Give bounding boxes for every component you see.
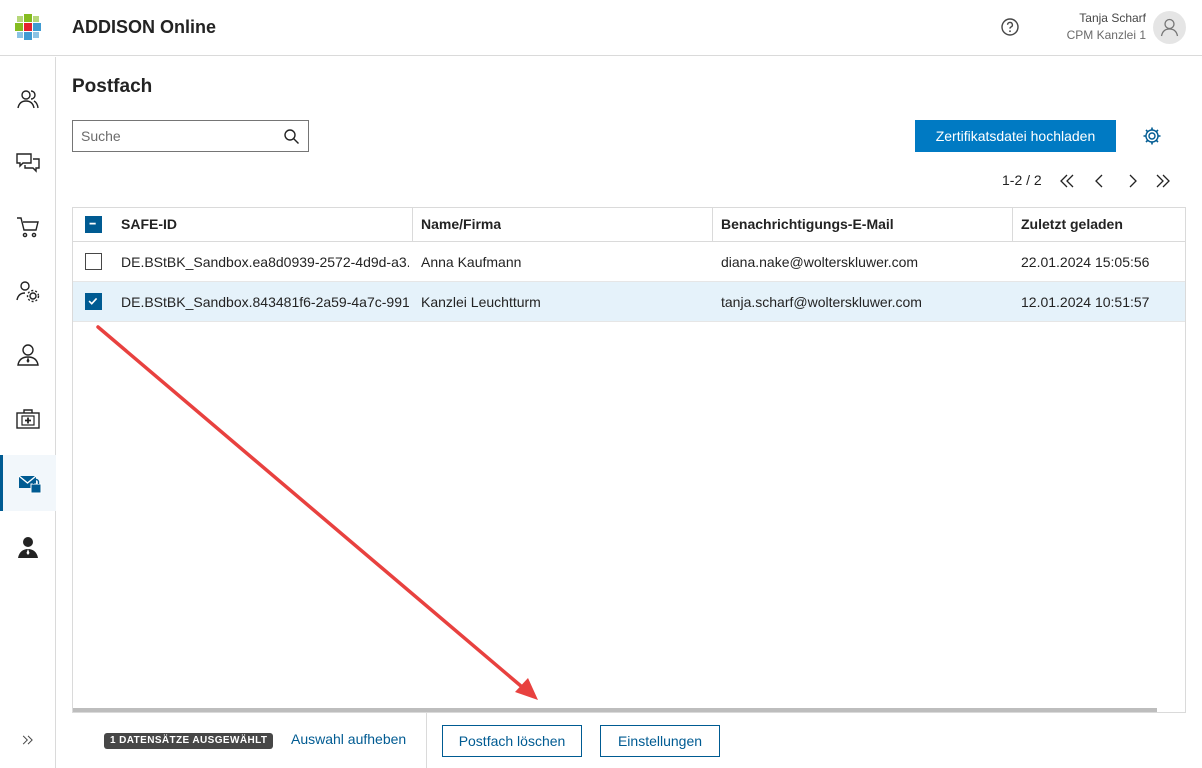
row-checkbox[interactable] <box>85 293 102 310</box>
delete-mailbox-button[interactable]: Postfach löschen <box>442 725 582 757</box>
page-title: Postfach <box>72 76 153 97</box>
sidebar-item-admin[interactable] <box>0 519 56 575</box>
column-header-last-loaded[interactable]: Zuletzt geladen <box>1021 216 1123 232</box>
sidebar-item-health[interactable] <box>0 391 56 447</box>
checkmark-icon <box>88 297 98 305</box>
sidebar-expand-button[interactable] <box>0 712 56 768</box>
select-all-checkbox[interactable] <box>85 216 102 233</box>
search-icon[interactable] <box>283 128 300 145</box>
column-header-email[interactable]: Benachrichtigungs-E-Mail <box>721 216 894 232</box>
sidebar-item-shop[interactable] <box>0 199 56 255</box>
top-bar: ADDISON Online Tanja Scharf CPM Kanzlei … <box>0 0 1202 56</box>
app-title: ADDISON Online <box>72 17 217 37</box>
horizontal-scrollbar[interactable] <box>73 708 1157 712</box>
search-box <box>72 120 309 152</box>
cell-name: Anna Kaufmann <box>421 254 522 270</box>
users-icon <box>17 90 39 109</box>
cell-last-loaded: 22.01.2024 15:05:56 <box>1021 254 1150 270</box>
column-header-name[interactable]: Name/Firma <box>421 216 501 232</box>
next-page-icon[interactable] <box>1122 171 1142 191</box>
selection-count-badge: 1 DATENSÄTZE AUSGEWÄHLT <box>104 733 274 749</box>
avatar[interactable] <box>1153 11 1186 44</box>
mailbox-icon <box>18 475 41 494</box>
table-header: SAFE-ID Name/Firma Benachrichtigungs-E-M… <box>73 208 1185 242</box>
cell-safe-id: DE.BStBK_Sandbox.ea8d0939-2572-4d9d-a3..… <box>121 254 409 270</box>
pagination-range: 1-2 / 2 <box>1002 172 1042 188</box>
mailbox-table: SAFE-ID Name/Firma Benachrichtigungs-E-M… <box>72 207 1186 713</box>
sidebar-item-user-settings[interactable] <box>0 263 56 319</box>
cell-last-loaded: 12.01.2024 10:51:57 <box>1021 294 1150 310</box>
cell-name: Kanzlei Leuchtturm <box>421 294 541 310</box>
table-row[interactable]: DE.BStBK_Sandbox.ea8d0939-2572-4d9d-a3..… <box>73 242 1185 282</box>
sidebar-item-users[interactable] <box>0 71 56 127</box>
first-page-icon[interactable] <box>1057 171 1077 191</box>
deselect-link[interactable]: Auswahl aufheben <box>291 731 406 747</box>
cart-icon <box>17 217 39 238</box>
wolters-kluwer-logo[interactable] <box>14 13 42 41</box>
double-chevron-right-icon <box>22 735 33 745</box>
chat-icon <box>16 153 40 173</box>
person-icon <box>17 344 39 366</box>
sidebar <box>0 57 56 768</box>
upload-certificate-button[interactable]: Zertifikatsdatei hochladen <box>915 120 1116 152</box>
gear-icon[interactable] <box>1142 126 1162 146</box>
search-input[interactable] <box>73 121 273 151</box>
table-row[interactable]: DE.BStBK_Sandbox.843481f6-2a59-4a7c-991.… <box>73 282 1185 322</box>
user-organization: CPM Kanzlei 1 <box>1066 28 1146 42</box>
help-icon[interactable] <box>1000 17 1020 37</box>
indeterminate-icon <box>89 222 96 225</box>
column-header-safe-id[interactable]: SAFE-ID <box>121 216 177 232</box>
cell-email: diana.nake@wolterskluwer.com <box>721 254 919 270</box>
medical-kit-icon <box>16 409 40 429</box>
admin-person-icon <box>18 537 38 558</box>
user-icon <box>1160 18 1179 37</box>
cell-email: tanja.scharf@wolterskluwer.com <box>721 294 922 310</box>
last-page-icon[interactable] <box>1153 171 1173 191</box>
selection-action-bar: 1 DATENSÄTZE AUSGEWÄHLT Auswahl aufheben… <box>72 713 1186 768</box>
sidebar-item-messages[interactable] <box>0 135 56 191</box>
row-checkbox[interactable] <box>85 253 102 270</box>
user-name: Tanja Scharf <box>1079 11 1146 25</box>
previous-page-icon[interactable] <box>1090 171 1110 191</box>
sidebar-item-mailbox[interactable] <box>0 455 56 511</box>
user-settings-icon <box>16 281 40 303</box>
cell-safe-id: DE.BStBK_Sandbox.843481f6-2a59-4a7c-991.… <box>121 294 409 310</box>
settings-button[interactable]: Einstellungen <box>600 725 720 757</box>
sidebar-item-person[interactable] <box>0 327 56 383</box>
